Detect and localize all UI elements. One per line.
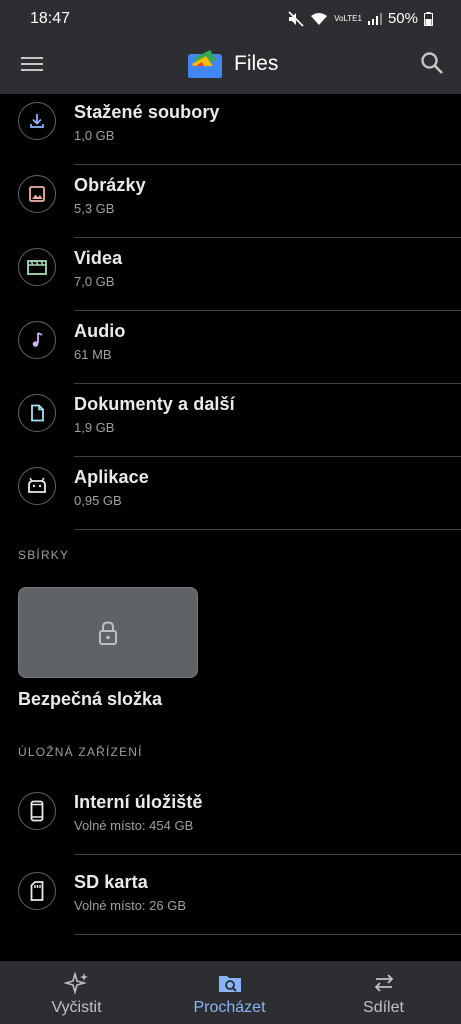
category-size: 1,0 GB: [74, 128, 115, 143]
battery-percent: 50%: [387, 10, 418, 27]
music-note-icon: [18, 321, 56, 359]
lock-icon: [99, 620, 117, 645]
image-icon: [18, 175, 56, 213]
storage-row-internal[interactable]: Interní úložiště Volné místo: 454 GB: [0, 782, 461, 855]
nav-label: Procházet: [193, 999, 266, 1016]
menu-icon[interactable]: [20, 52, 44, 76]
category-row-documents[interactable]: Dokumenty a další 1,9 GB: [0, 384, 461, 457]
collections-heading: SBÍRKY: [18, 548, 70, 562]
category-label: Dokumenty a další: [74, 394, 235, 414]
sparkle-icon: [63, 971, 88, 995]
category-size: 1,9 GB: [74, 420, 115, 435]
app-bar: Files: [0, 34, 461, 94]
safe-folder-label[interactable]: Bezpečná složka: [18, 689, 162, 710]
category-row-downloads[interactable]: Stažené soubory 1,0 GB: [0, 92, 461, 165]
divider: [74, 854, 461, 855]
wifi-icon: [311, 12, 328, 25]
download-icon: [18, 102, 56, 140]
status-icons: VoLTE1 50%: [288, 10, 433, 27]
storage-label: SD karta: [74, 872, 148, 892]
mute-icon: [288, 10, 304, 27]
app-title: Files: [234, 52, 279, 75]
category-row-apps[interactable]: Aplikace 0,95 GB: [0, 457, 461, 530]
files-logo-icon: [188, 50, 222, 78]
bottom-navigation: Vyčistit Procházet Sdílet: [0, 961, 461, 1024]
category-size: 61 MB: [74, 347, 112, 362]
swap-icon: [374, 974, 393, 992]
category-label: Videa: [74, 248, 123, 268]
storage-row-sd-card[interactable]: SD karta Volné místo: 26 GB: [0, 862, 461, 935]
category-label: Obrázky: [74, 175, 146, 195]
status-time: 18:47: [30, 10, 71, 27]
divider: [74, 934, 461, 935]
battery-icon: [424, 11, 433, 26]
status-bar: 18:47 VoLTE1 50%: [0, 0, 461, 34]
category-label: Stažené soubory: [74, 102, 220, 122]
storage-free-space: Volné místo: 454 GB: [74, 818, 194, 833]
nav-browse[interactable]: Procházet: [153, 961, 306, 1024]
category-size: 0,95 GB: [74, 493, 122, 508]
signal-icon: [367, 12, 382, 25]
category-size: 7,0 GB: [74, 274, 115, 289]
storage-heading: ÚLOŽNÁ ZAŘÍZENÍ: [18, 745, 143, 759]
category-label: Audio: [74, 321, 126, 341]
category-row-videos[interactable]: Videa 7,0 GB: [0, 238, 461, 311]
network-type: VoLTE1: [334, 13, 362, 23]
storage-free-space: Volné místo: 26 GB: [74, 898, 187, 913]
video-icon: [18, 248, 56, 286]
nav-clean[interactable]: Vyčistit: [0, 961, 153, 1024]
browse-icon: [218, 976, 241, 992]
category-row-images[interactable]: Obrázky 5,3 GB: [0, 165, 461, 238]
category-row-audio[interactable]: Audio 61 MB: [0, 311, 461, 384]
phone-icon: [18, 792, 56, 830]
divider: [74, 529, 461, 530]
document-icon: [18, 394, 56, 432]
nav-label: Sdílet: [363, 999, 404, 1016]
android-icon: [18, 467, 56, 505]
safe-folder-card[interactable]: [18, 587, 198, 678]
nav-label: Vyčistit: [51, 999, 102, 1016]
sd-card-icon: [18, 872, 56, 910]
nav-share[interactable]: Sdílet: [307, 961, 460, 1024]
category-label: Aplikace: [74, 467, 149, 487]
search-icon[interactable]: [419, 50, 445, 76]
storage-label: Interní úložiště: [74, 792, 203, 812]
category-size: 5,3 GB: [74, 201, 115, 216]
